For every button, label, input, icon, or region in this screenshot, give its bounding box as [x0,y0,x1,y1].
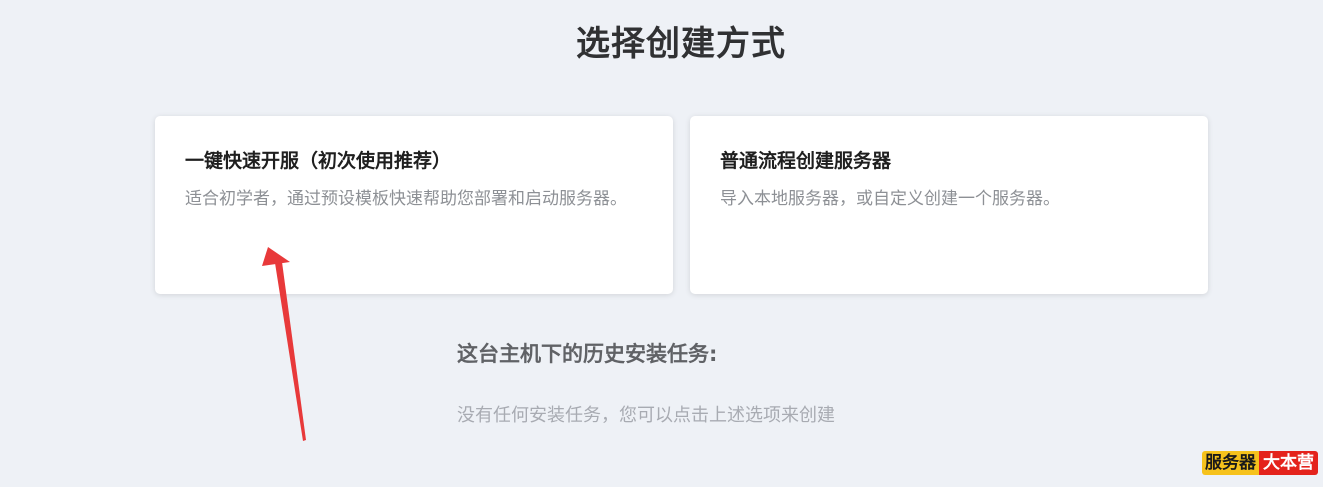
normal-create-title: 普通流程创建服务器 [720,150,892,172]
quick-setup-description: 适合初学者，通过预设模板快速帮助您部署和启动服务器。 [185,189,627,209]
history-title: 这台主机下的历史安装任务: [457,342,718,366]
watermark-left: 服务器 [1202,451,1259,475]
quick-setup-card[interactable]: 一键快速开服（初次使用推荐） 适合初学者，通过预设模板快速帮助您部署和启动服务器… [155,116,673,294]
watermark-right: 大本营 [1259,451,1318,475]
history-empty-text: 没有任何安装任务，您可以点击上述选项来创建 [457,405,835,426]
page-title: 选择创建方式 [576,24,786,64]
normal-create-description: 导入本地服务器，或自定义创建一个服务器。 [720,189,1060,209]
normal-create-card[interactable]: 普通流程创建服务器 导入本地服务器，或自定义创建一个服务器。 [690,116,1208,294]
watermark-logo: 服务器 大本营 [1202,451,1318,475]
quick-setup-title: 一键快速开服（初次使用推荐） [185,150,452,172]
